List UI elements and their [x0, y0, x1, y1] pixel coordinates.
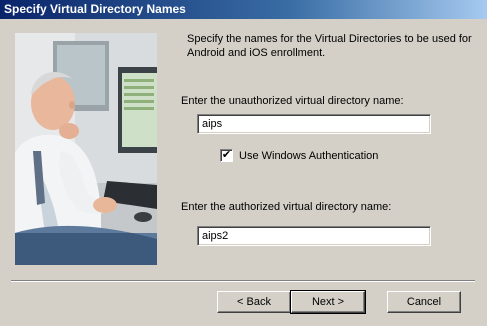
unauthorized-directory-input[interactable] [197, 114, 431, 134]
authorized-directory-input[interactable] [197, 226, 431, 246]
windows-authentication-label: Use Windows Authentication [239, 149, 379, 162]
authorized-directory-label: Enter the authorized virtual directory n… [181, 201, 392, 213]
unauthorized-directory-label: Enter the unauthorized virtual directory… [181, 95, 404, 107]
next-button[interactable]: Next > [290, 290, 366, 314]
cancel-button[interactable]: Cancel [387, 291, 461, 313]
button-divider [11, 280, 475, 282]
windows-authentication-checkbox[interactable]: ✔ [220, 149, 233, 162]
windows-authentication-option[interactable]: ✔ Use Windows Authentication [220, 149, 378, 162]
wizard-banner-image [15, 33, 157, 265]
wizard-description: Specify the names for the Virtual Direct… [187, 33, 472, 59]
back-button[interactable]: < Back [217, 291, 291, 313]
checkmark-icon: ✔ [221, 149, 232, 161]
window-title: Specify Virtual Directory Names [0, 0, 487, 19]
